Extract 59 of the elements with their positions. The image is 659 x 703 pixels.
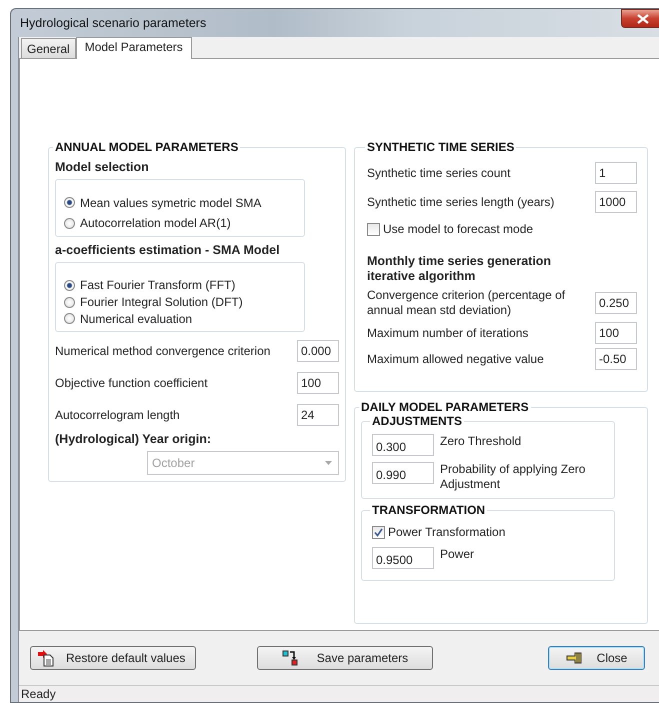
input-field[interactable]: 24: [297, 404, 339, 426]
field-label: Zero Threshold: [440, 434, 522, 449]
input-field[interactable]: 0.990: [372, 462, 434, 484]
tab[interactable]: General: [21, 38, 76, 58]
section-heading: a-coefficients estimation - SMA Model: [55, 243, 281, 257]
field-label: Autocorrelogram length: [55, 408, 180, 422]
radio-button[interactable]: [64, 218, 75, 229]
group-title: ANNUAL MODEL PARAMETERS: [54, 140, 240, 154]
section-heading: Monthly time series generation iterative algorithm: [367, 254, 552, 284]
tab[interactable]: Model Parameters: [76, 37, 192, 59]
group-title: TRANSFORMATION: [371, 503, 486, 517]
document-icon: [37, 650, 54, 666]
input-field[interactable]: 1: [595, 162, 637, 184]
input-field[interactable]: -0.50: [595, 348, 637, 370]
save-button[interactable]: Save parameters: [257, 646, 433, 670]
field-label: Objective function coefficient: [55, 376, 208, 390]
field-label: Maximum number of iterations: [367, 326, 530, 340]
field-label: Numerical method convergence criterion: [55, 344, 270, 358]
input-field[interactable]: 0.000: [297, 340, 339, 362]
field-label: Synthetic time series count: [367, 166, 510, 180]
radio-button[interactable]: [64, 313, 75, 324]
field-label: Synthetic time series length (years): [367, 195, 554, 209]
input-field[interactable]: 0.9500: [372, 547, 434, 569]
check-icon: [374, 528, 383, 536]
option-label: Autocorrelation model AR(1): [80, 216, 231, 230]
option-label: Numerical evaluation: [80, 312, 192, 326]
checkbox[interactable]: [367, 222, 380, 236]
input-field[interactable]: 100: [297, 372, 339, 394]
option-label: Fast Fourier Transform (FFT): [80, 278, 236, 292]
field-label: Probability of applying Zero Adjustment: [440, 462, 586, 492]
field-label: Power: [440, 547, 476, 562]
hand-icon: [566, 650, 583, 666]
section-heading: Model selection: [55, 160, 150, 174]
status-text: Ready: [21, 687, 56, 701]
group-title: ADJUSTMENTS: [371, 414, 464, 428]
restore-button[interactable]: Restore default values: [30, 646, 196, 670]
group-title: SYNTHETIC TIME SERIES: [366, 140, 516, 154]
section-heading: (Hydrological) Year origin:: [55, 432, 212, 446]
transfer-icon: [282, 650, 299, 666]
caret-icon: [325, 461, 332, 465]
group-title: DAILY MODEL PARAMETERS: [360, 400, 530, 414]
radio-button[interactable]: [64, 197, 75, 208]
checkbox-label: Power Transformation: [388, 525, 506, 539]
input-field[interactable]: 100: [595, 322, 637, 344]
radio-button[interactable]: [64, 296, 75, 308]
close-button[interactable]: Close: [548, 646, 645, 670]
checkbox[interactable]: [372, 526, 385, 538]
radio-button[interactable]: [64, 280, 75, 291]
close-icon: [636, 14, 648, 24]
window-title: Hydrological scenario parameters: [20, 16, 206, 30]
field-label: Maximum allowed negative value: [367, 352, 545, 366]
close-button[interactable]: [621, 9, 659, 28]
option-label: Mean values symetric model SMA: [80, 196, 262, 210]
input-field[interactable]: 1000: [595, 191, 637, 213]
input-field[interactable]: 0.300: [372, 434, 434, 456]
checkbox-label: Use model to forecast mode: [383, 222, 534, 236]
input-field[interactable]: 0.250: [595, 292, 637, 314]
field-label: Convergence criterion (percentage of annual mean std deviation): [367, 288, 566, 318]
option-label: Fourier Integral Solution (DFT): [80, 295, 243, 309]
